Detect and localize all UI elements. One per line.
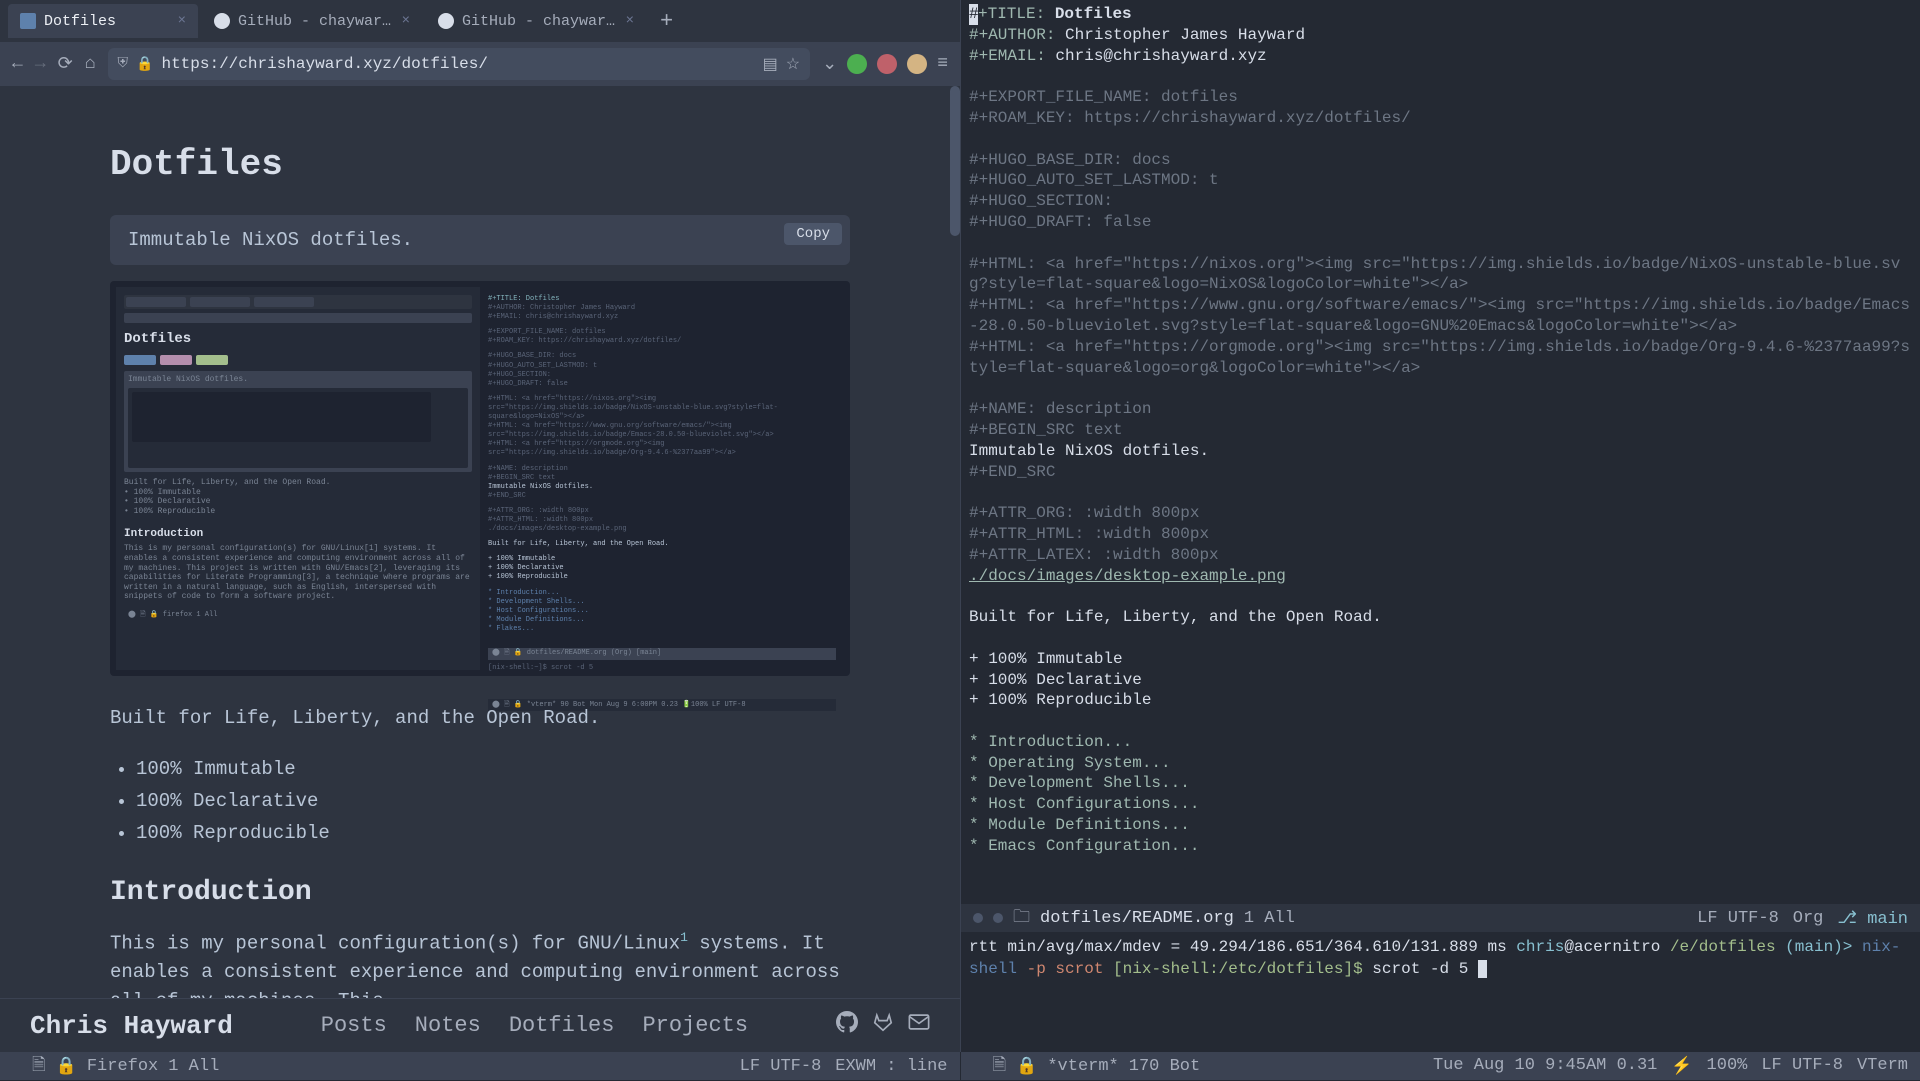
home-button[interactable]: ⌂ (85, 54, 96, 74)
tab-label: Dotfiles (44, 13, 170, 30)
mini-feat: • 100% Immutable (124, 488, 472, 498)
page-title: Dotfiles (110, 144, 850, 185)
bookmark-icon[interactable]: ☆ (786, 54, 800, 74)
code-block: Immutable NixOS dotfiles. Copy (110, 215, 850, 265)
encoding: LF UTF-8 (1761, 1056, 1843, 1077)
feature-list: 100% Immutable 100% Declarative 100% Rep… (136, 753, 850, 850)
major-mode: Org (1793, 909, 1824, 928)
back-button[interactable]: ← (12, 54, 23, 74)
close-icon[interactable]: × (626, 13, 634, 29)
folder-icon: 🗎 (993, 1052, 1007, 1081)
terminal-command: scrot -d 5 (1372, 960, 1468, 978)
tab-dotfiles[interactable]: Dotfiles × (8, 4, 198, 38)
menu-icon[interactable]: ≡ (937, 54, 948, 74)
github-icon[interactable] (836, 1011, 858, 1040)
cursor (1478, 960, 1487, 978)
folder-icon: 🗀 (1013, 904, 1030, 933)
reload-button[interactable]: ⟳ (58, 53, 73, 75)
screenshot-image: Dotfiles Immutable NixOS dotfiles. Built… (110, 281, 850, 676)
shield-icon: ⛨ (118, 56, 129, 72)
terminal-output: rtt min/avg/max/mdev = 49.294/186.651/36… (969, 938, 1507, 956)
lock-icon: 🔒 (56, 1056, 77, 1077)
buffer-name: Firefox (87, 1057, 158, 1076)
list-item: 100% Immutable (136, 753, 850, 785)
close-icon[interactable]: × (402, 13, 410, 29)
extension-icon[interactable] (907, 54, 927, 74)
address-bar[interactable]: ⛨ 🔒 https://chrishayward.xyz/dotfiles/ ▤… (108, 48, 811, 80)
git-branch: main (1867, 910, 1908, 929)
browser-tabs: Dotfiles × GitHub - chayward1/dotf × Git… (0, 0, 960, 42)
modeline-vterm: 🗎 🔒 *vterm* 170 Bot Tue Aug 10 9:45AM 0.… (960, 1052, 1920, 1080)
mini-sub: Immutable NixOS dotfiles. (128, 375, 248, 384)
indicator-icon (993, 913, 1003, 923)
pocket-icon[interactable]: ⌄ (822, 53, 837, 75)
github-icon (438, 13, 454, 29)
gitlab-icon[interactable] (872, 1011, 894, 1040)
github-icon (214, 13, 230, 29)
mini-feat: • 100% Reproducible (124, 507, 472, 517)
tab-github-2[interactable]: GitHub - chayward1/dotf × (426, 4, 646, 38)
mini-title: Dotfiles (124, 331, 472, 347)
mail-icon[interactable] (908, 1011, 930, 1040)
nav-posts[interactable]: Posts (321, 1013, 387, 1038)
battery-icon: ⚡ (1671, 1056, 1692, 1077)
heading-introduction: Introduction (110, 877, 850, 908)
mini-feat: • 100% Declarative (124, 497, 472, 507)
position: 1 All (1244, 909, 1295, 928)
ublock-icon[interactable] (877, 54, 897, 74)
forward-button[interactable]: → (35, 54, 46, 74)
list-item: 100% Declarative (136, 785, 850, 817)
buffer-name: dotfiles/README.org (1040, 909, 1234, 928)
modeline-org: 🗀 dotfiles/README.org 1 All LF UTF-8 Org… (961, 904, 1920, 932)
brand[interactable]: Chris Hayward (30, 1011, 233, 1041)
close-icon[interactable]: × (178, 13, 186, 29)
url-text: https://chrishayward.xyz/dotfiles/ (161, 55, 487, 73)
tab-label: GitHub - chayward1/dotf (462, 13, 618, 30)
browser-toolbar: ← → ⟳ ⌂ ⛨ 🔒 https://chrishayward.xyz/dot… (0, 42, 960, 86)
intro-paragraph: This is my personal configuration(s) for… (110, 928, 850, 998)
indicator-icon (973, 913, 983, 923)
position: 1 All (168, 1057, 219, 1076)
new-tab-button[interactable]: + (650, 9, 683, 34)
position: 170 Bot (1129, 1057, 1200, 1076)
list-item: 100% Reproducible (136, 817, 850, 849)
footnote-link[interactable]: 1 (680, 930, 688, 945)
encoding: LF UTF-8 (1697, 909, 1779, 928)
battery-level: 100% (1707, 1056, 1748, 1077)
folder-icon: 🗎 (32, 1052, 46, 1081)
lock-icon: 🔒 (1016, 1056, 1037, 1077)
mini-intro: Introduction (124, 528, 472, 540)
page-content[interactable]: Dotfiles Immutable NixOS dotfiles. Copy … (0, 86, 960, 998)
extension-icon[interactable] (847, 54, 867, 74)
tab-github-1[interactable]: GitHub - chayward1/dotf × (202, 4, 422, 38)
scrollbar-thumb[interactable] (950, 86, 960, 236)
nav-dotfiles[interactable]: Dotfiles (509, 1013, 615, 1038)
encoding: LF UTF-8 (740, 1057, 822, 1076)
nav-projects[interactable]: Projects (642, 1013, 748, 1038)
reader-icon[interactable]: ▤ (763, 54, 778, 74)
buffer-name: *vterm* (1047, 1057, 1118, 1076)
favicon-icon (20, 13, 36, 29)
scrollbar[interactable] (950, 86, 960, 998)
site-nav: Chris Hayward Posts Notes Dotfiles Proje… (0, 998, 960, 1052)
mini-built: Built for Life, Liberty, and the Open Ro… (124, 478, 472, 488)
major-mode: VTerm (1857, 1056, 1908, 1077)
code-text: Immutable NixOS dotfiles. (128, 229, 413, 251)
major-mode: EXWM : line (835, 1057, 947, 1076)
nav-notes[interactable]: Notes (415, 1013, 481, 1038)
modeline-firefox: 🗎 🔒 Firefox 1 All LF UTF-8 EXWM : line (0, 1052, 960, 1080)
org-editor[interactable]: #+TITLE: Dotfiles #+AUTHOR: Christopher … (961, 0, 1920, 904)
tab-label: GitHub - chayward1/dotf (238, 13, 394, 30)
copy-button[interactable]: Copy (784, 223, 842, 245)
datetime: Tue Aug 10 9:45AM 0.31 (1433, 1056, 1657, 1077)
lock-icon: 🔒 (136, 56, 153, 73)
terminal[interactable]: rtt min/avg/max/mdev = 49.294/186.651/36… (961, 932, 1920, 1052)
